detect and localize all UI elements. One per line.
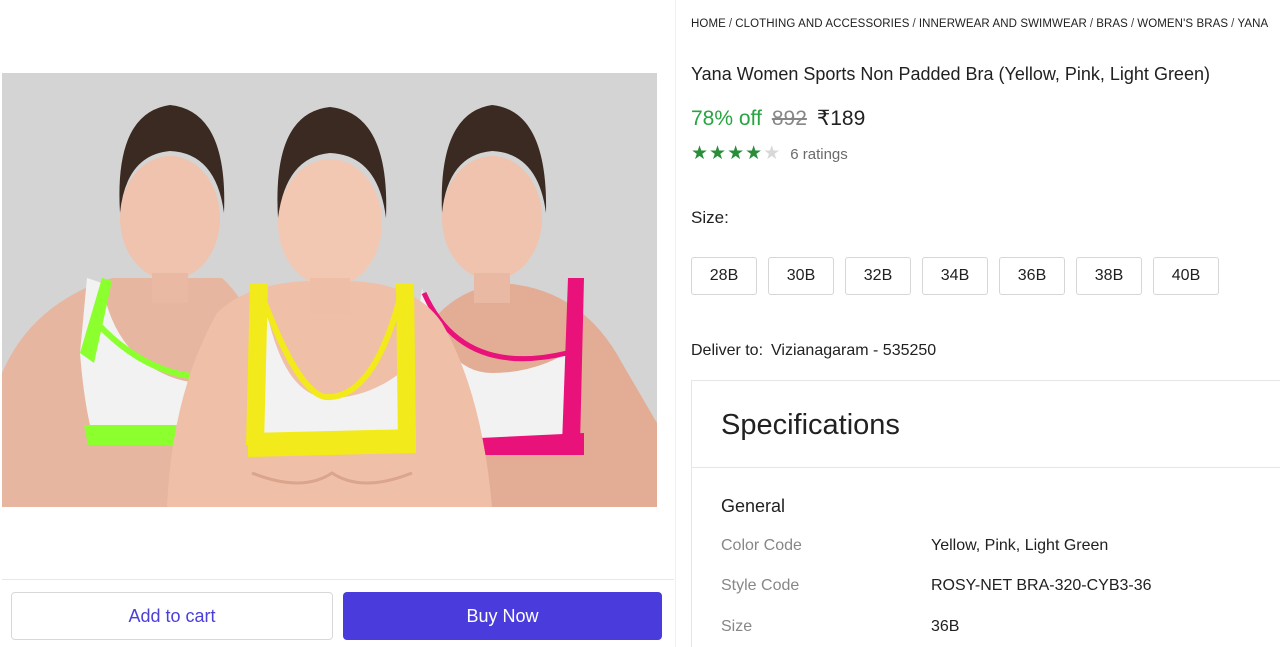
deliver-to-label: Deliver to: — [691, 342, 764, 359]
star-rating: ★ ★ ★ ★ ★ — [691, 144, 780, 164]
product-gallery: Add to cart Buy Now — [0, 0, 676, 647]
breadcrumb-separator: / — [728, 18, 733, 30]
spec-key-color-code: Color Code — [721, 537, 802, 554]
size-option-28b[interactable]: 28B — [691, 257, 757, 295]
breadcrumb-separator: / — [1130, 18, 1135, 30]
breadcrumb-innerwear[interactable]: INNERWEAR AND SWIMWEAR — [919, 18, 1087, 30]
breadcrumb-home[interactable]: HOME — [691, 18, 726, 30]
product-image[interactable] — [2, 73, 657, 507]
breadcrumb-clothing[interactable]: CLOTHING AND ACCESSORIES — [735, 18, 909, 30]
spec-value-size: 36B — [931, 618, 960, 635]
size-option-38b[interactable]: 38B — [1076, 257, 1142, 295]
size-options: 28B 30B 32B 34B 36B 38B 40B — [691, 257, 1219, 295]
star-filled-icon: ★ — [727, 143, 745, 164]
spec-key-style-code: Style Code — [721, 577, 800, 594]
star-filled-icon: ★ — [745, 143, 763, 164]
product-photo — [2, 73, 657, 507]
product-title: Yana Women Sports Non Padded Bra (Yellow… — [691, 64, 1210, 84]
breadcrumb: HOME / CLOTHING AND ACCESSORIES / INNERWEAR … — [691, 18, 1280, 30]
size-label: Size: — [691, 208, 729, 227]
action-bar: Add to cart Buy Now — [2, 579, 674, 647]
mrp-price: 892 — [771, 107, 807, 130]
breadcrumb-bras[interactable]: BRAS — [1096, 18, 1128, 30]
spec-value-style-code: ROSY-NET BRA-320-CYB3-36 — [931, 577, 1152, 594]
breadcrumb-separator: / — [912, 18, 916, 30]
size-option-32b[interactable]: 32B — [845, 257, 911, 295]
ratings-count[interactable]: 6 ratings — [790, 146, 848, 163]
product-page: Add to cart Buy Now HOME / CLOTHING AND AC… — [0, 0, 1280, 647]
star-filled-icon: ★ — [709, 143, 727, 164]
breadcrumb-yana[interactable]: YANA — [1237, 18, 1268, 30]
product-details: HOME / CLOTHING AND ACCESSORIES / INNERWEAR … — [691, 0, 1280, 647]
size-option-40b[interactable]: 40B — [1153, 257, 1219, 295]
buy-now-button[interactable]: Buy Now — [343, 592, 662, 640]
spec-section-general: General — [721, 496, 786, 516]
discount-text: 78% off — [691, 107, 762, 130]
add-to-cart-button[interactable]: Add to cart — [11, 592, 333, 640]
size-option-30b[interactable]: 30B — [768, 257, 834, 295]
spec-value-color-code: Yellow, Pink, Light Green — [931, 537, 1109, 554]
delivery-info: Deliver to: Vizianagaram - 535250 — [691, 342, 936, 360]
specifications-panel: Specifications General Color Code Yellow… — [691, 380, 1280, 647]
price-row: 78% off 892 ₹189 — [691, 106, 865, 131]
rating-row: ★ ★ ★ ★ ★ 6 ratings — [691, 144, 848, 164]
delivery-location[interactable]: Vizianagaram - 535250 — [771, 342, 936, 359]
size-option-36b[interactable]: 36B — [999, 257, 1065, 295]
star-empty-icon: ★ — [763, 143, 781, 164]
breadcrumb-separator: / — [1089, 18, 1094, 30]
breadcrumb-womens-bras[interactable]: WOMEN'S BRAS — [1137, 18, 1228, 30]
star-filled-icon: ★ — [691, 143, 709, 164]
specifications-title: Specifications — [721, 409, 900, 441]
breadcrumb-separator: / — [1231, 18, 1235, 30]
selling-price: ₹189 — [816, 107, 866, 130]
specifications-header: Specifications — [692, 381, 1280, 468]
spec-key-size: Size — [721, 618, 753, 635]
size-option-34b[interactable]: 34B — [922, 257, 988, 295]
